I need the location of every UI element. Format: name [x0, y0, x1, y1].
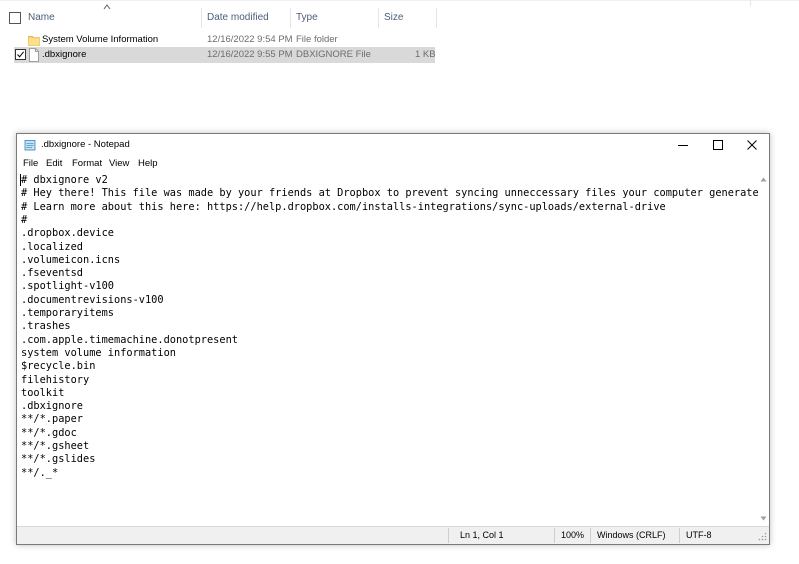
folder-icon [28, 36, 40, 46]
text-line: .spotlight-v100 [21, 280, 114, 293]
cursor-position: Ln 1, Col 1 [460, 530, 504, 540]
text-line: # dbxignore v2 [21, 174, 108, 186]
text-line: .fseventsd [21, 267, 83, 280]
text-line: **/._* [21, 466, 59, 479]
text-line: .com.apple.timemachine.donotpresent [21, 333, 238, 346]
column-divider[interactable] [436, 8, 437, 28]
file-explorer: Name Date modified Type Size System Volu… [0, 0, 799, 135]
text-line: **/*.paper [21, 413, 83, 426]
file-type: File folder [296, 34, 338, 45]
scroll-up-icon[interactable] [760, 176, 767, 183]
column-header-size[interactable]: Size [384, 8, 403, 28]
file-type: DBXIGNORE File [296, 49, 371, 60]
scroll-down-icon[interactable] [760, 515, 767, 522]
sort-ascending-icon[interactable] [103, 3, 111, 11]
text-line: .dropbox.device [21, 227, 114, 240]
menu-view[interactable]: View [109, 155, 129, 173]
file-date: 12/16/2022 9:54 PM [207, 34, 293, 45]
column-divider[interactable] [201, 8, 202, 28]
maximize-button[interactable] [701, 134, 735, 155]
text-line: # Hey there! This file was made by your … [21, 187, 758, 200]
menu-edit[interactable]: Edit [46, 155, 62, 173]
text-line: .dbxignore [21, 400, 83, 413]
column-divider[interactable] [378, 8, 379, 28]
file-icon [29, 48, 39, 62]
status-divider [554, 528, 555, 543]
line-ending: Windows (CRLF) [597, 530, 666, 540]
text-line: # Learn more about this here: https://he… [21, 200, 666, 213]
file-size: 1 KB [415, 49, 436, 60]
text-line: .localized [21, 240, 83, 253]
notepad-icon [24, 140, 36, 151]
checkmark-icon [17, 51, 25, 58]
text-line: .temporaryitems [21, 307, 114, 319]
text-editor[interactable]: # dbxignore v2 # Hey there! This file was… [17, 173, 758, 526]
file-name: .dbxignore [42, 49, 87, 60]
encoding: UTF-8 [686, 530, 712, 540]
text-line: .volumeicon.icns [21, 253, 121, 266]
file-name: System Volume Information [42, 34, 159, 45]
status-divider [679, 528, 680, 543]
window-title: .dbxignore - Notepad [41, 139, 130, 150]
explorer-top-border [0, 0, 799, 1]
explorer-edge [750, 0, 751, 6]
menu-format[interactable]: Format [72, 155, 102, 173]
status-bar: Ln 1, Col 1 100% Windows (CRLF) UTF-8 [17, 526, 769, 544]
vertical-scrollbar[interactable] [758, 173, 769, 526]
menu-bar: File Edit Format View Help [17, 155, 769, 173]
text-line: .trashes [21, 320, 71, 333]
title-bar[interactable]: .dbxignore - Notepad [17, 134, 769, 155]
status-divider [448, 528, 449, 543]
file-date: 12/16/2022 9:55 PM [207, 49, 293, 60]
column-header-name[interactable]: Name [28, 8, 55, 28]
text-line: # [21, 213, 28, 226]
notepad-window[interactable]: .dbxignore - Notepad File Edit Format Vi… [16, 133, 770, 545]
column-header-date-modified[interactable]: Date modified [207, 8, 269, 28]
text-line: toolkit [21, 386, 65, 399]
maximize-icon [713, 139, 723, 150]
text-line: **/*.gslides [21, 453, 96, 466]
text-line: system volume information [21, 346, 176, 359]
text-line: **/*.gsheet [21, 440, 90, 452]
row-checkbox[interactable] [15, 49, 26, 60]
column-divider[interactable] [290, 8, 291, 28]
zoom-level: 100% [561, 530, 585, 540]
close-icon [747, 139, 757, 150]
text-line: filehistory [21, 373, 90, 386]
status-divider [590, 528, 591, 543]
file-row-dbxignore[interactable]: .dbxignore 12/16/2022 9:55 PM DBXIGNORE … [14, 47, 436, 63]
column-header-type[interactable]: Type [296, 8, 318, 28]
file-row-system-volume-information[interactable]: System Volume Information 12/16/2022 9:5… [14, 32, 435, 48]
menu-help[interactable]: Help [138, 155, 158, 173]
text-line: .documentrevisions-v100 [21, 293, 164, 306]
text-line: **/*.gdoc [21, 426, 77, 439]
menu-file[interactable]: File [23, 155, 38, 173]
text-caret [20, 174, 21, 186]
close-button[interactable] [735, 134, 769, 155]
select-all-checkbox[interactable] [9, 12, 21, 24]
resize-grip-icon[interactable] [758, 532, 767, 541]
minimize-icon [678, 144, 688, 146]
minimize-button[interactable] [666, 134, 700, 155]
text-line: $recycle.bin [21, 360, 96, 373]
